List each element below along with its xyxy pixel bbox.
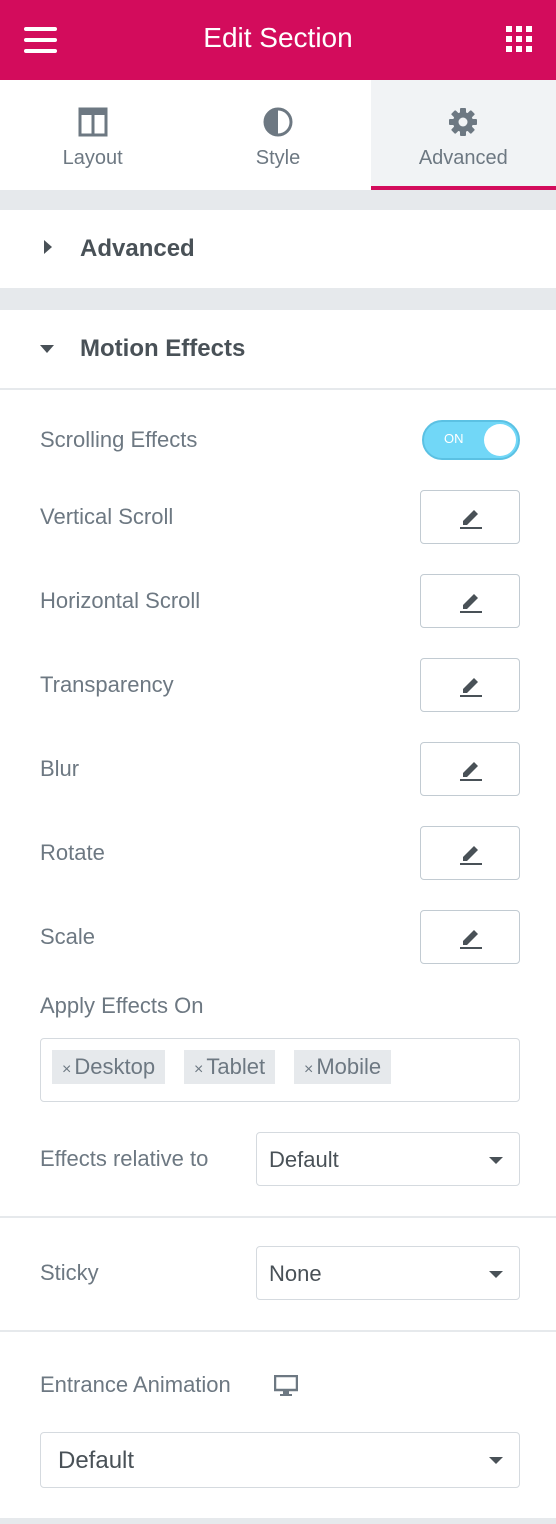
blur-edit-button[interactable] [420,742,520,796]
horizontal-scroll-row: Horizontal Scroll [0,574,556,628]
pencil-icon [460,678,482,697]
entrance-animation-row: Entrance Animation Default [0,1370,556,1500]
transparency-edit-button[interactable] [420,658,520,712]
advanced-section-title: Advanced [80,235,195,262]
motion-effects-section: Motion Effects Scrolling Effects ON Vert… [0,310,556,1518]
apply-effects-on-row: Apply Effects On × Desktop × Tablet × Mobil… [0,990,556,1102]
desktop-monitor-icon[interactable] [274,1375,298,1397]
effects-relative-to-row: Effects relative to Default [0,1132,556,1186]
remove-chip-icon[interactable]: × [304,1061,313,1078]
sticky-select[interactable]: None [256,1246,520,1300]
section-divider [0,1330,556,1332]
remove-chip-icon[interactable]: × [62,1061,71,1078]
device-chip-desktop[interactable]: × Desktop [52,1050,166,1084]
scrolling-effects-label: Scrolling Effects [40,427,198,452]
sticky-row: Sticky None [0,1246,556,1300]
vertical-scroll-edit-button[interactable] [420,490,520,544]
dropdown-arrow-icon [489,1157,503,1164]
rotate-label: Rotate [40,840,105,865]
section-divider [0,1216,556,1218]
tab-style-label: Style [255,147,301,169]
apply-effects-on-label: Apply Effects On [40,993,204,1018]
scrolling-effects-toggle[interactable]: ON [422,420,520,460]
transparency-row: Transparency [0,658,556,712]
rotate-edit-button[interactable] [420,826,520,880]
pencil-icon [460,510,482,529]
chip-label: Mobile [316,1054,382,1079]
pencil-icon [460,846,482,865]
section-divider [0,388,556,390]
chip-label: Desktop [74,1054,156,1079]
entrance-animation-select[interactable]: Default [40,1432,520,1488]
grid-apps-icon[interactable] [506,26,532,52]
effects-relative-to-select[interactable]: Default [256,1132,520,1186]
scrolling-effects-row: Scrolling Effects ON [0,420,556,460]
gear-icon [449,108,478,136]
pencil-icon [460,930,482,949]
toggle-knob [484,424,516,456]
dropdown-arrow-icon [489,1457,503,1464]
tab-style[interactable]: Style [185,80,370,190]
panel-title: Edit Section [203,22,353,53]
scale-label: Scale [40,924,96,949]
caret-down-icon [40,345,54,353]
layout-columns-icon [78,107,108,137]
select-value: Default [58,1447,135,1474]
advanced-section-header[interactable]: Advanced [0,210,556,288]
half-circle-contrast-icon [263,107,293,137]
remove-chip-icon[interactable]: × [194,1061,203,1078]
pencil-icon [460,762,482,781]
sticky-label: Sticky [40,1260,99,1285]
blur-row: Blur [0,742,556,796]
tab-layout[interactable]: Layout [0,80,185,190]
editor-tabs: Layout Style Advanced [0,80,556,190]
apply-effects-on-multiselect[interactable]: × Desktop × Tablet × Mobile [40,1038,520,1102]
transparency-label: Transparency [40,672,174,697]
advanced-section: Advanced [0,210,556,288]
effects-relative-to-label: Effects relative to [40,1146,209,1171]
tab-layout-label: Layout [62,147,123,169]
motion-effects-section-header[interactable]: Motion Effects [0,310,556,388]
device-chip-mobile[interactable]: × Mobile [294,1050,392,1084]
entrance-animation-label: Entrance Animation [40,1372,231,1397]
caret-right-icon [44,240,52,254]
rotate-row: Rotate [0,826,556,880]
device-chip-tablet[interactable]: × Tablet [184,1050,276,1084]
vertical-scroll-label: Vertical Scroll [40,504,174,529]
blur-label: Blur [40,756,80,781]
select-value: None [269,1261,322,1286]
scale-edit-button[interactable] [420,910,520,964]
chip-label: Tablet [206,1054,266,1079]
horizontal-scroll-label: Horizontal Scroll [40,588,201,613]
vertical-scroll-row: Vertical Scroll [0,490,556,544]
dropdown-arrow-icon [489,1271,503,1278]
pencil-icon [460,594,482,613]
motion-effects-section-title: Motion Effects [80,335,246,362]
tab-advanced[interactable]: Advanced [370,80,556,190]
toggle-on-text: ON [444,431,464,446]
scale-row: Scale [0,910,556,964]
horizontal-scroll-edit-button[interactable] [420,574,520,628]
editor-header: Edit Section [0,0,556,80]
select-value: Default [269,1147,339,1172]
tab-advanced-label: Advanced [418,147,508,169]
